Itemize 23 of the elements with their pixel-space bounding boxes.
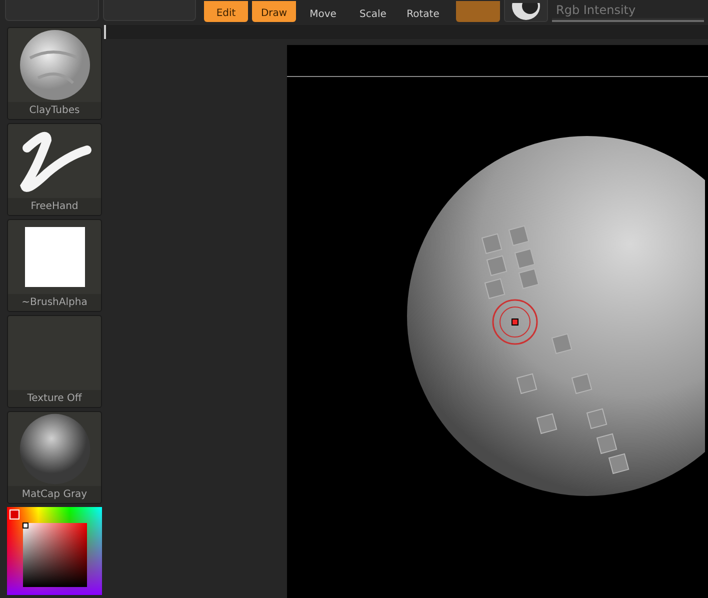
slider-label: Rgb Intensity xyxy=(555,2,637,18)
material-button[interactable] xyxy=(504,0,548,22)
material-swatch[interactable] xyxy=(456,1,500,22)
slider-track[interactable] xyxy=(552,18,704,22)
tile-label: ~BrushAlpha xyxy=(8,294,101,311)
palette-tile[interactable]: FreeHand xyxy=(7,123,102,216)
sphere-icon xyxy=(18,28,92,102)
sphere-icon xyxy=(18,413,90,485)
tile-label: ClayTubes xyxy=(8,102,101,119)
transform-button[interactable]: Rotate xyxy=(400,1,446,22)
square-icon xyxy=(24,227,84,287)
tile-label: Texture Off xyxy=(8,390,101,407)
mode-button[interactable]: Draw xyxy=(252,1,296,22)
palette-tile[interactable]: Texture Off xyxy=(7,315,102,408)
transform-button[interactable]: Move xyxy=(300,1,346,22)
tile-label: MatCap Gray xyxy=(8,486,101,503)
mode-button[interactable]: Edit xyxy=(204,1,248,22)
tile-label: FreeHand xyxy=(8,198,101,215)
color-picker[interactable] xyxy=(7,507,102,595)
palette-tile[interactable]: MatCap Gray xyxy=(7,411,102,504)
palette-tile[interactable]: ~BrushAlpha xyxy=(7,219,102,312)
transform-button[interactable]: Scale xyxy=(350,1,396,22)
palette-tile[interactable]: ClayTubes xyxy=(7,27,102,120)
